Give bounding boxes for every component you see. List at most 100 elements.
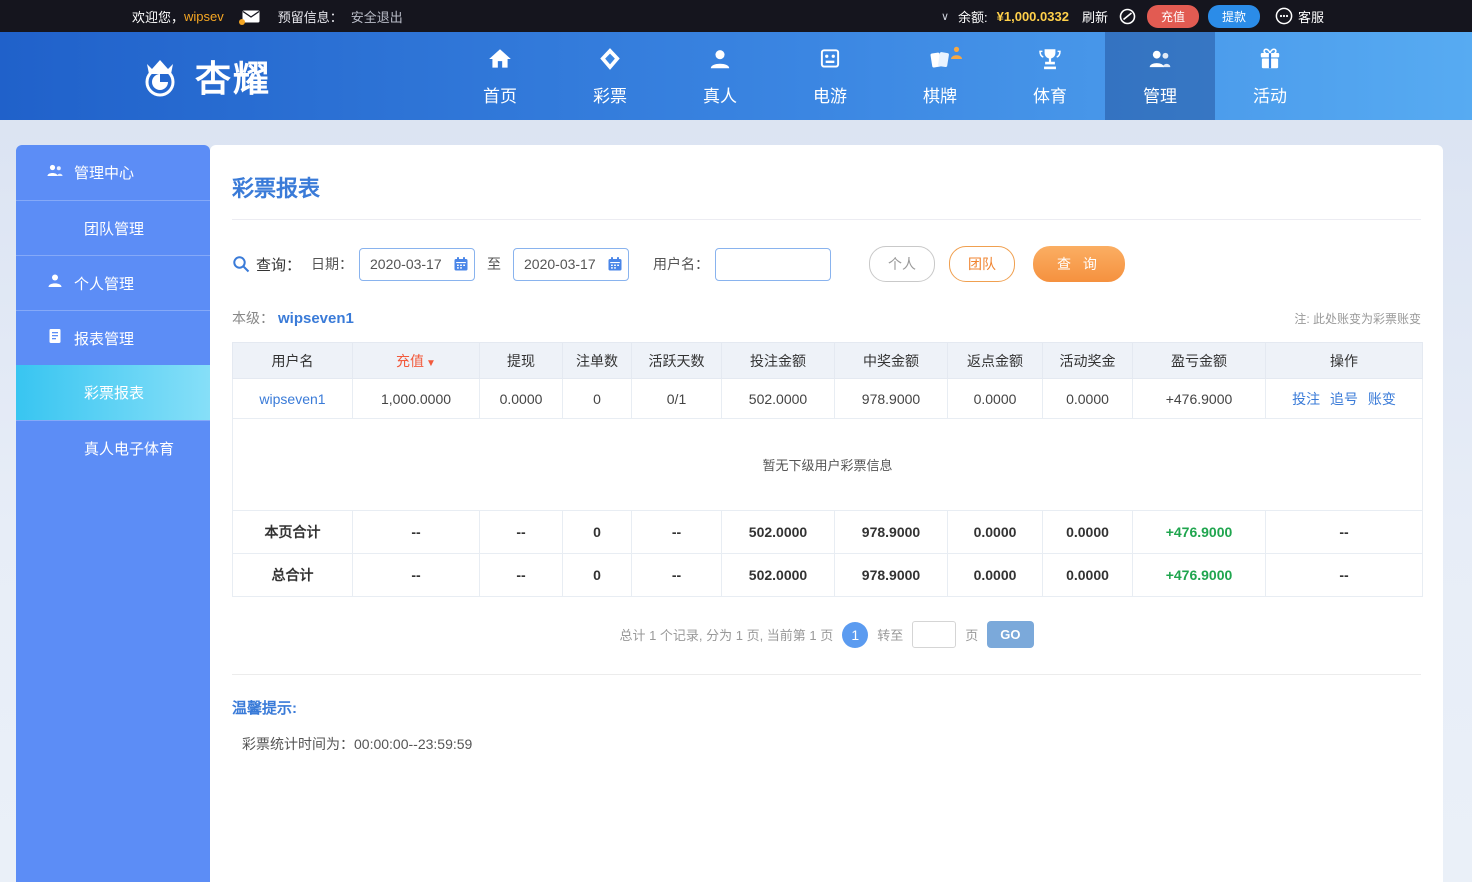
- balance-value: ¥1,000.0332: [996, 8, 1069, 24]
- sidebar-item-report-manage[interactable]: 报表管理: [16, 310, 210, 365]
- to-label: 至: [487, 256, 502, 272]
- username-input[interactable]: [715, 247, 832, 281]
- gift-icon: [1257, 46, 1283, 77]
- main-navbar: 杏耀 首页 彩票 真人 电游 棋牌 体育 管理 活动: [0, 32, 1472, 120]
- username-link[interactable]: wipseven1: [259, 391, 325, 407]
- page-1-button[interactable]: 1: [842, 621, 869, 648]
- total-cell: --: [352, 553, 480, 597]
- logout-link[interactable]: 安全退出: [351, 7, 403, 26]
- empty-message: 暂无下级用户彩票信息: [232, 418, 1423, 511]
- total-cell: --: [631, 553, 722, 597]
- trophy-icon: [1037, 46, 1063, 77]
- sidebar-item-label: 彩票报表: [84, 385, 145, 402]
- sidebar-item-personal-manage[interactable]: 个人管理: [16, 255, 210, 310]
- page-title: 彩票报表: [232, 176, 321, 201]
- topbar: 欢迎您， wipsev 预留信息： 安全退出 ∨ 余额: ¥1,000.0332…: [0, 0, 1472, 32]
- search-icon: [232, 255, 250, 273]
- sidebar-item-live-esports[interactable]: 真人电子体育: [16, 420, 210, 475]
- nav-item-lottery[interactable]: 彩票: [555, 32, 665, 120]
- nav-item-live[interactable]: 真人: [665, 32, 775, 120]
- level-user-link[interactable]: wipseven1: [278, 310, 354, 327]
- total-cell: 0.0000: [947, 553, 1043, 597]
- tips-line: 彩票统计时间为：00:00:00--23:59:59: [242, 736, 473, 752]
- sidebar-item-team-manage[interactable]: 团队管理: [16, 200, 210, 255]
- sidebar-item-label: 管理中心: [74, 165, 135, 182]
- nav-label: 电游: [813, 86, 847, 106]
- hot-person-badge: [950, 46, 963, 65]
- page-total-label: 本页合计: [232, 510, 353, 554]
- cell-username: wipseven1: [232, 378, 353, 419]
- nav-item-egames[interactable]: 电游: [775, 32, 885, 120]
- sort-desc-icon[interactable]: ▼: [426, 358, 436, 369]
- sidebar-item-lottery-report[interactable]: 彩票报表: [16, 365, 210, 420]
- sidebar-item-manage-center[interactable]: 管理中心: [16, 145, 210, 200]
- cell-bet-amount: 502.0000: [721, 378, 835, 419]
- empty-row: 暂无下级用户彩票信息: [232, 418, 1423, 511]
- level-label: 本级：: [232, 310, 274, 326]
- username-wrap: [715, 247, 832, 281]
- report-icon: [46, 327, 64, 349]
- nav-label: 首页: [483, 86, 517, 106]
- cell-profit: +476.9000: [1132, 378, 1266, 419]
- personal-filter-button[interactable]: 个人: [869, 246, 936, 282]
- eye-slash-icon[interactable]: [1119, 8, 1136, 25]
- goto-page-input[interactable]: [912, 621, 957, 648]
- level-row: 本级： wipseven1 注: 此处账变为彩票账变: [232, 308, 1421, 328]
- nav-item-cards[interactable]: 棋牌: [885, 32, 995, 120]
- calendar-icon[interactable]: [453, 256, 469, 275]
- action-change-link[interactable]: 账变: [1368, 391, 1396, 407]
- total-cell: --: [479, 510, 563, 554]
- total-cell: 978.9000: [834, 510, 948, 554]
- sidebar-item-label: 报表管理: [74, 330, 135, 348]
- nav-item-activity[interactable]: 活动: [1215, 32, 1325, 120]
- goto-label: 转至: [877, 628, 904, 643]
- cell-recharge: 1,000.0000: [352, 378, 480, 419]
- col-active-days: 活跃天数: [631, 342, 722, 379]
- action-bet-link[interactable]: 投注: [1292, 391, 1320, 407]
- envelope-icon[interactable]: [238, 10, 260, 25]
- chevron-down-icon[interactable]: ∨: [941, 10, 949, 23]
- col-activity-bonus: 活动奖金: [1042, 342, 1133, 379]
- egames-icon: [817, 46, 843, 77]
- total-profit-cell: +476.9000: [1132, 510, 1266, 554]
- nav-label: 棋牌: [923, 86, 957, 106]
- sidebar-item-label: 个人管理: [74, 275, 135, 293]
- col-recharge[interactable]: 充值 ▼: [352, 342, 480, 379]
- page-total-row: 本页合计 -- -- 0 -- 502.0000 978.9000 0.0000…: [232, 510, 1423, 554]
- lottery-icon: [597, 46, 623, 77]
- sidebar: 管理中心 团队管理 个人管理 报表管理 彩票报表 真人电子体育: [16, 145, 210, 882]
- nav-menu: 首页 彩票 真人 电游 棋牌 体育 管理 活动: [445, 32, 1325, 120]
- page-unit-label: 页: [965, 628, 979, 643]
- balance-label: 余额:: [958, 9, 988, 25]
- nav-label: 彩票: [593, 86, 627, 106]
- date-from-wrap: [359, 247, 476, 281]
- report-table: 用户名 充值 ▼ 提现 注单数 活跃天数 投注金额 中奖金额 返点金额 活动奖金 …: [232, 342, 1423, 597]
- go-button[interactable]: GO: [987, 621, 1034, 648]
- brand-logo[interactable]: 杏耀: [133, 50, 271, 102]
- search-button[interactable]: 查 询: [1033, 246, 1125, 282]
- refresh-link[interactable]: 刷新: [1082, 7, 1108, 26]
- crown-emblem-icon: [133, 52, 187, 100]
- total-cell: 0.0000: [1042, 510, 1133, 554]
- manage-people-icon: [1147, 46, 1173, 77]
- customer-service[interactable]: 客服: [1275, 7, 1324, 26]
- total-cell: 502.0000: [721, 510, 835, 554]
- cell-rebate: 0.0000: [947, 378, 1043, 419]
- calendar-icon[interactable]: [607, 256, 623, 275]
- total-cell: --: [479, 553, 563, 597]
- action-chase-link[interactable]: 追号: [1330, 391, 1358, 407]
- table-header-row: 用户名 充值 ▼ 提现 注单数 活跃天数 投注金额 中奖金额 返点金额 活动奖金 …: [232, 342, 1423, 379]
- grand-total-row: 总合计 -- -- 0 -- 502.0000 978.9000 0.0000 …: [232, 553, 1423, 597]
- withdraw-button[interactable]: 提款: [1207, 4, 1260, 28]
- nav-item-sports[interactable]: 体育: [995, 32, 1105, 120]
- recharge-button[interactable]: 充值: [1146, 4, 1199, 28]
- team-filter-button[interactable]: 团队: [949, 246, 1016, 282]
- pagination: 总计 1 个记录, 分为 1 页, 当前第 1 页 1 转至 页 GO: [232, 621, 1421, 648]
- service-label: 客服: [1297, 9, 1324, 25]
- nav-item-home[interactable]: 首页: [445, 32, 555, 120]
- col-actions: 操作: [1265, 342, 1423, 379]
- total-profit-cell: +476.9000: [1132, 553, 1266, 597]
- nav-item-manage[interactable]: 管理: [1105, 32, 1215, 120]
- col-recharge-label: 充值: [396, 352, 425, 369]
- content-area: 管理中心 团队管理 个人管理 报表管理 彩票报表 真人电子体育 彩票报表 查询：…: [0, 120, 1472, 882]
